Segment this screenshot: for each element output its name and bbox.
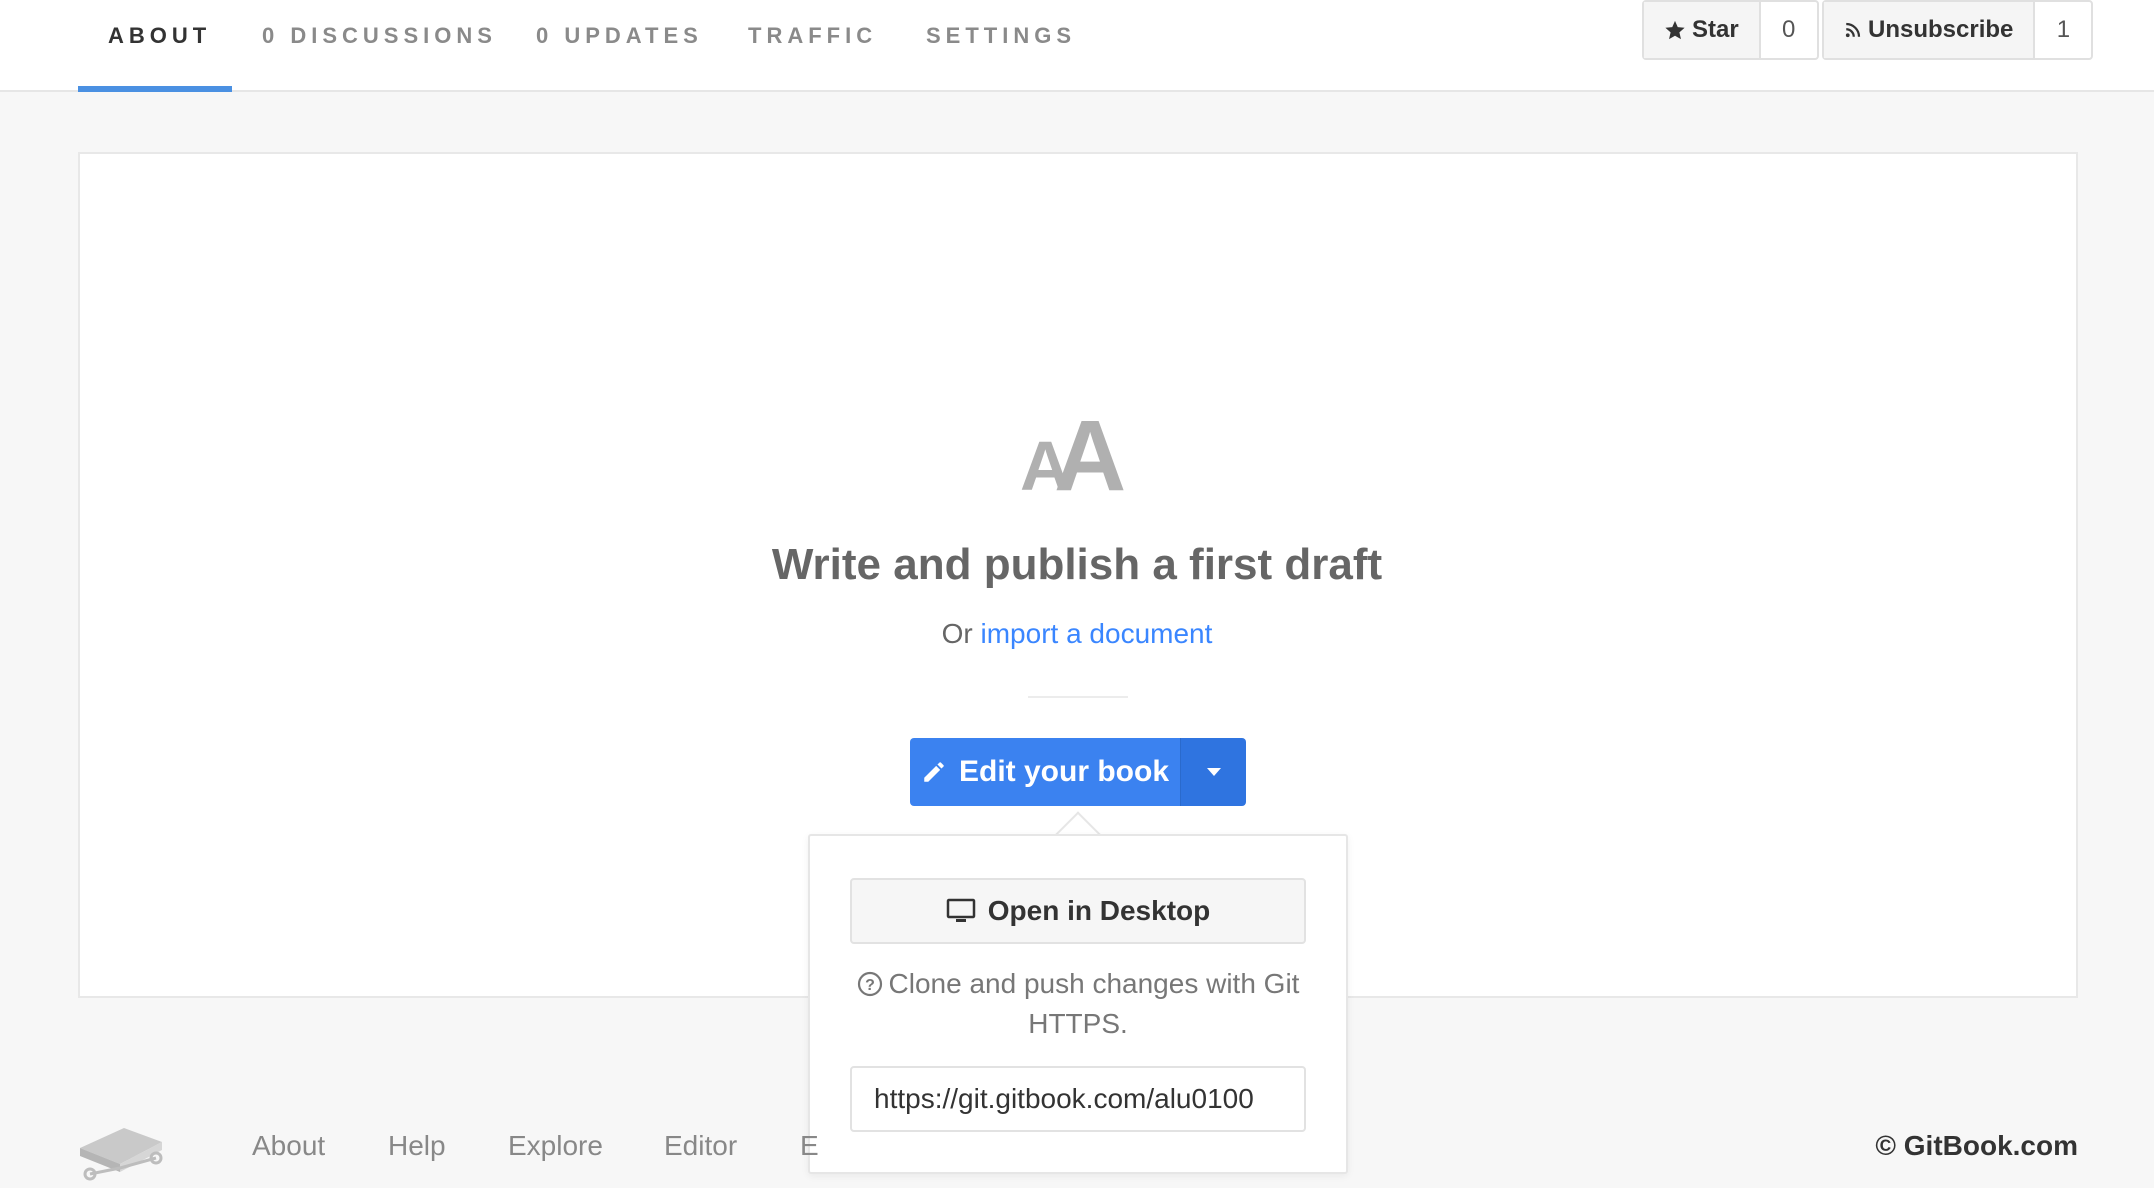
footer-link-about[interactable]: About — [252, 1130, 325, 1162]
edit-book-button[interactable]: Edit your book — [910, 738, 1180, 806]
empty-state-headline: Write and publish a first draft — [771, 540, 1383, 589]
edit-book-button-group: Edit your book — [910, 738, 1246, 806]
import-prompt: Or import a document — [0, 618, 2154, 650]
typography-aa-icon: A A — [1020, 400, 1126, 500]
footer-link-help[interactable]: Help — [388, 1130, 446, 1162]
star-count: 0 — [1782, 16, 1796, 43]
tab-discussions[interactable]: 0 DISCUSSIONS — [262, 0, 497, 92]
monitor-icon — [946, 898, 976, 922]
question-circle-icon: ? — [857, 971, 882, 997]
open-in-desktop-button[interactable]: Open in Desktop — [850, 878, 1306, 944]
edit-book-label: Edit your book — [959, 755, 1169, 788]
unsubscribe-button-group: Unsubscribe 1 — [1822, 0, 2094, 60]
subscriber-count: 1 — [2056, 16, 2071, 43]
copyright: © GitBook.com — [1875, 1130, 2078, 1161]
edit-options-popover: Open in Desktop ? Clone and push changes… — [808, 834, 1348, 1174]
active-tab-indicator — [78, 86, 232, 92]
caret-down-icon — [1206, 768, 1221, 776]
divider — [1028, 696, 1128, 698]
git-help-label: Clone and push changes with Git HTTPS. — [888, 968, 1300, 1039]
star-button-group: Star 0 — [1642, 0, 1819, 60]
star-button[interactable]: Star — [1644, 2, 1761, 58]
git-url-field[interactable] — [850, 1066, 1306, 1132]
rss-icon — [1845, 22, 1861, 38]
pencil-icon — [924, 762, 944, 782]
tab-settings[interactable]: SETTINGS — [926, 0, 1076, 92]
open-in-desktop-label: Open in Desktop — [987, 895, 1211, 926]
svg-text:A: A — [1054, 400, 1126, 500]
footer-link-explore[interactable]: Explore — [508, 1130, 603, 1162]
git-help-text: ? Clone and push changes with Git HTTPS. — [840, 964, 1316, 1044]
unsubscribe-label: Unsubscribe — [1868, 16, 2014, 43]
tab-updates[interactable]: 0 UPDATES — [536, 0, 703, 92]
tab-about[interactable]: ABOUT — [108, 0, 211, 92]
import-document-link[interactable]: import a document — [981, 618, 1213, 649]
tab-traffic[interactable]: TRAFFIC — [748, 0, 877, 92]
svg-text:?: ? — [865, 977, 875, 994]
footer-link-editor[interactable]: Editor — [664, 1130, 737, 1162]
top-nav-bar: ABOUT 0 DISCUSSIONS 0 UPDATES TRAFFIC SE… — [0, 0, 2154, 92]
gitbook-logo — [80, 1128, 163, 1181]
import-prefix: Or — [941, 618, 973, 649]
star-label: Star — [1692, 16, 1739, 43]
edit-options-dropdown[interactable] — [1180, 738, 1246, 806]
footer-link-truncated[interactable]: E — [800, 1130, 819, 1162]
star-icon — [1665, 20, 1685, 40]
unsubscribe-button[interactable]: Unsubscribe — [1824, 2, 2036, 58]
